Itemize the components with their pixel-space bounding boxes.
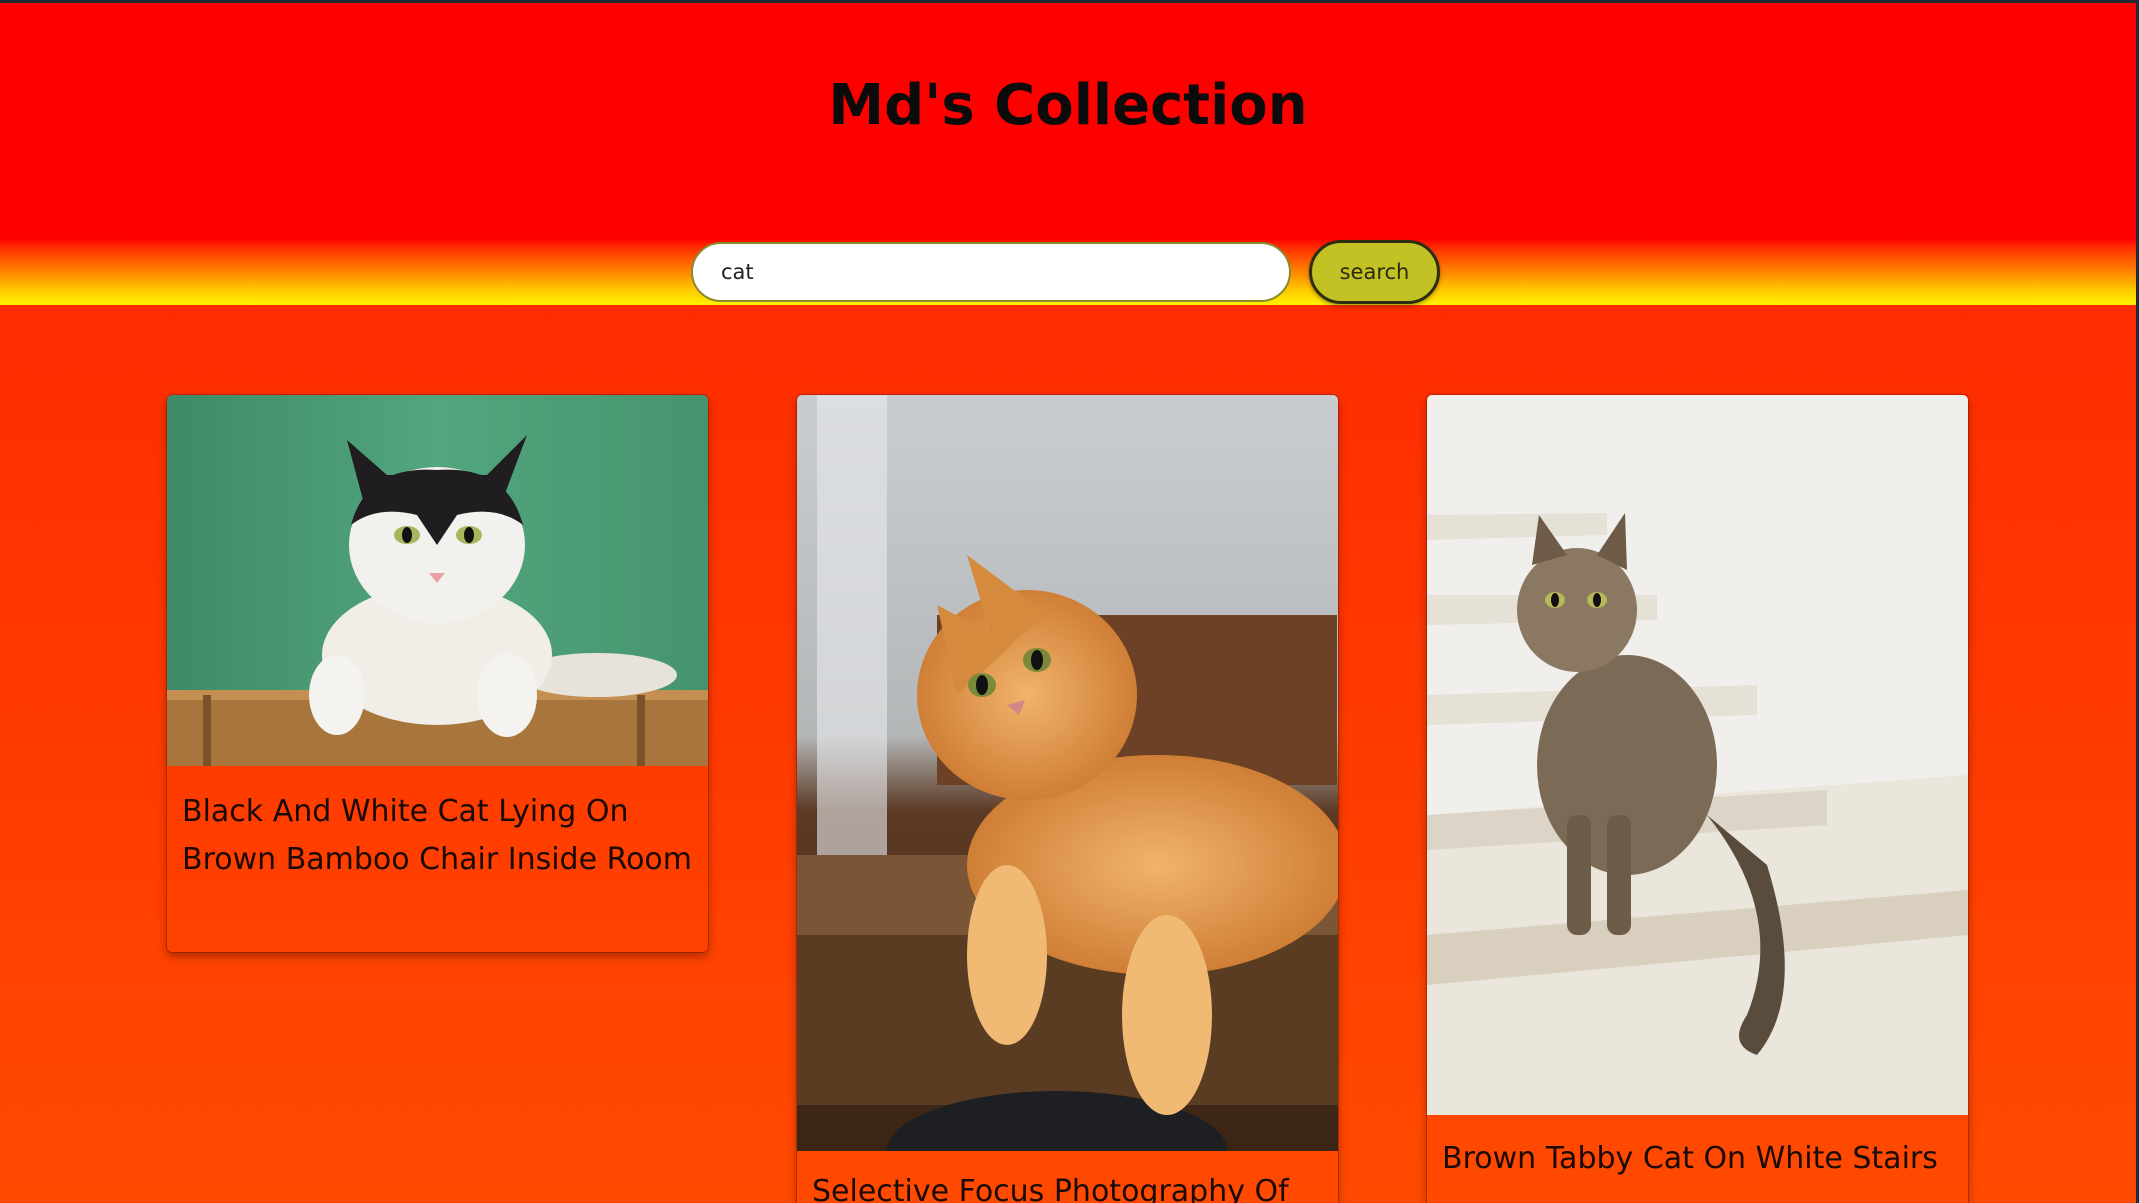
result-card[interactable]: Black And White Cat Lying On Brown Bambo… xyxy=(167,395,708,952)
search-input[interactable] xyxy=(691,242,1291,302)
tabby-cat-photo xyxy=(1427,395,1968,1115)
search-button[interactable]: search xyxy=(1309,240,1440,304)
orange-cat-photo xyxy=(797,395,1338,1151)
black-and-white-cat-photo xyxy=(167,395,708,766)
card-caption: Selective Focus Photography Of xyxy=(812,1174,1289,1203)
card-caption: Black And White Cat Lying On Brown Bambo… xyxy=(182,794,693,877)
card-caption: Brown Tabby Cat On White Stairs xyxy=(1442,1141,1938,1176)
page-title: Md's Collection xyxy=(828,73,1308,138)
result-card[interactable]: Selective Focus Photography Of xyxy=(797,395,1338,1203)
result-card[interactable]: Brown Tabby Cat On White Stairs xyxy=(1427,395,1968,1203)
